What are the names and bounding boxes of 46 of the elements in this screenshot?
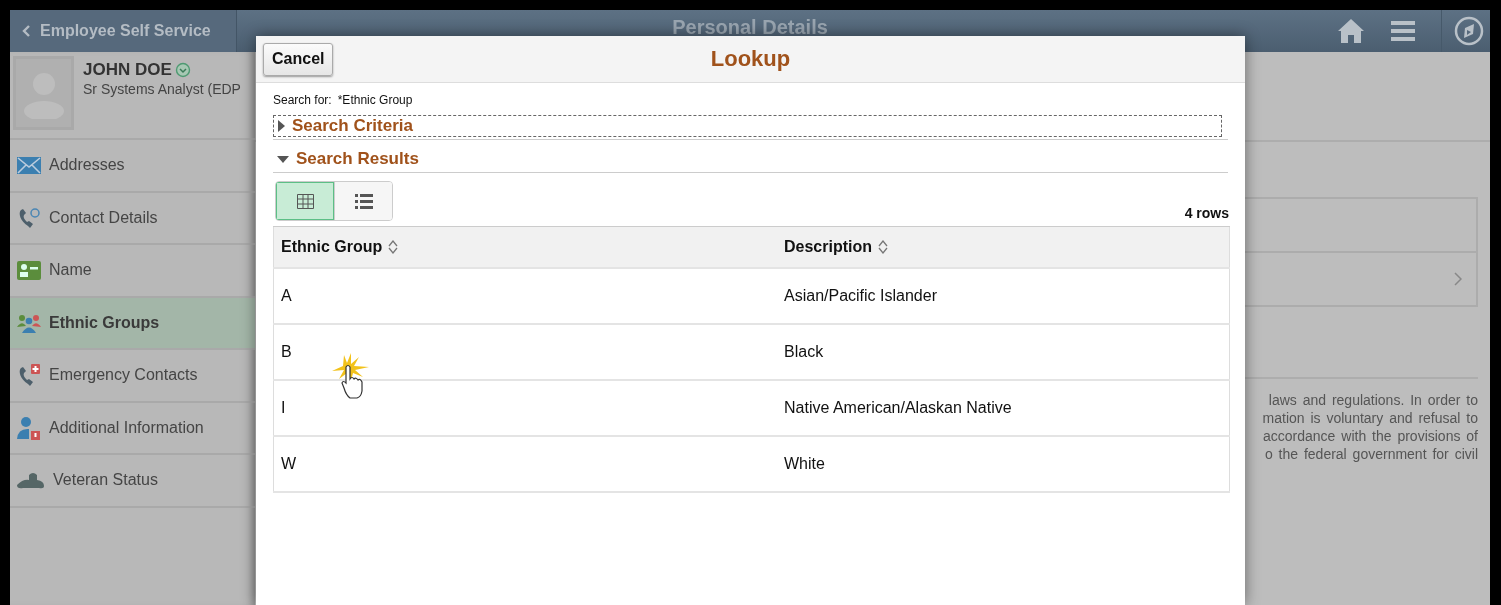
id-card-icon [17, 260, 41, 280]
home-icon[interactable] [1337, 18, 1365, 44]
dropdown-icon[interactable] [174, 62, 191, 78]
section-header[interactable]: Search Results [273, 148, 1231, 170]
page-title: Personal Details [672, 16, 828, 38]
caret-down-icon [277, 155, 289, 163]
chevron-right-icon[interactable] [1454, 272, 1462, 286]
table-cell[interactable]: White [784, 455, 825, 472]
caret-right-icon [278, 120, 285, 132]
table-cell[interactable]: A [281, 287, 292, 304]
dialog-title: Lookup [710, 46, 791, 71]
sort-icon [878, 240, 888, 254]
table-cell[interactable]: Black [784, 343, 824, 360]
disclaimer-line: laws and regulations. In order to [1268, 391, 1478, 409]
employee-name: JOHN DOE [83, 60, 172, 80]
search-for-value: *Ethnic Group [337, 93, 413, 107]
column-header[interactable]: Description [784, 238, 888, 256]
job-title: Sr Systems Analyst (EDP [83, 81, 241, 97]
column-header[interactable]: Ethnic Group [281, 238, 399, 256]
nav-item[interactable]: Ethnic Groups [10, 297, 255, 350]
sort-icon [388, 240, 399, 254]
view-toggle[interactable] [276, 182, 334, 220]
table-cell[interactable]: I [281, 399, 286, 416]
disclaimer-line: mation is voluntary and refusal to [1262, 409, 1478, 427]
table-cell[interactable]: Native American/Alaskan Native [784, 399, 1012, 416]
cancel-button[interactable]: Cancel [263, 42, 334, 76]
row-count: 4 rows [1184, 205, 1229, 221]
table-cell[interactable]: Asian/Pacific Islander [784, 287, 937, 304]
table-cell[interactable]: W [281, 455, 297, 472]
disclaimer-line: accordance with the provisions of [1263, 427, 1478, 445]
cap-icon [17, 471, 45, 490]
search-for-label: Search for: [273, 93, 332, 107]
person-lock-icon [17, 415, 41, 440]
disclaimer-line: o the federal government for civil [1264, 445, 1478, 463]
phone-icon [17, 363, 41, 388]
list-icon [354, 193, 373, 209]
section-header[interactable]: Search Criteria [273, 115, 1222, 137]
menu-icon[interactable] [1391, 20, 1415, 42]
view-toggle[interactable] [334, 182, 392, 220]
table-cell[interactable]: B [281, 343, 292, 360]
envelope-icon [17, 156, 41, 174]
phone-icon [17, 206, 41, 229]
grid-icon [296, 193, 314, 209]
compass-icon[interactable] [1454, 16, 1484, 46]
chevron-left-icon [22, 25, 32, 37]
people-icon [17, 312, 41, 333]
